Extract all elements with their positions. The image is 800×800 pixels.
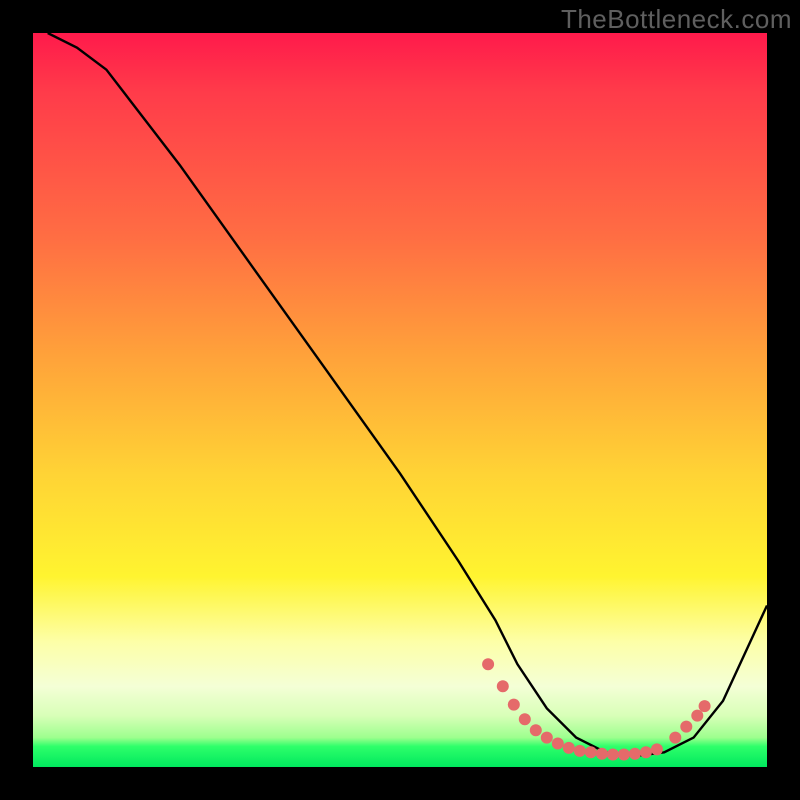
marker-dot — [519, 713, 531, 725]
marker-dot — [607, 749, 619, 761]
marker-dot — [482, 658, 494, 670]
marker-dot — [618, 749, 630, 761]
marker-dot — [699, 700, 711, 712]
marker-dot — [541, 732, 553, 744]
plot-area — [33, 33, 767, 767]
marker-dot — [596, 748, 608, 760]
marker-dot — [669, 732, 681, 744]
watermark-text: TheBottleneck.com — [561, 4, 792, 35]
marker-dot — [508, 699, 520, 711]
marker-dot — [680, 721, 692, 733]
main-curve — [48, 33, 767, 756]
marker-dot — [629, 748, 641, 760]
marker-dot — [563, 742, 575, 754]
marker-dot — [651, 743, 663, 755]
curve-layer — [33, 33, 767, 767]
marker-dot — [585, 746, 597, 758]
marker-dot — [640, 746, 652, 758]
marker-dot — [552, 738, 564, 750]
marker-dot — [574, 745, 586, 757]
marker-dot — [530, 724, 542, 736]
marker-dot — [497, 680, 509, 692]
chart-frame: TheBottleneck.com — [0, 0, 800, 800]
marker-dot — [691, 710, 703, 722]
